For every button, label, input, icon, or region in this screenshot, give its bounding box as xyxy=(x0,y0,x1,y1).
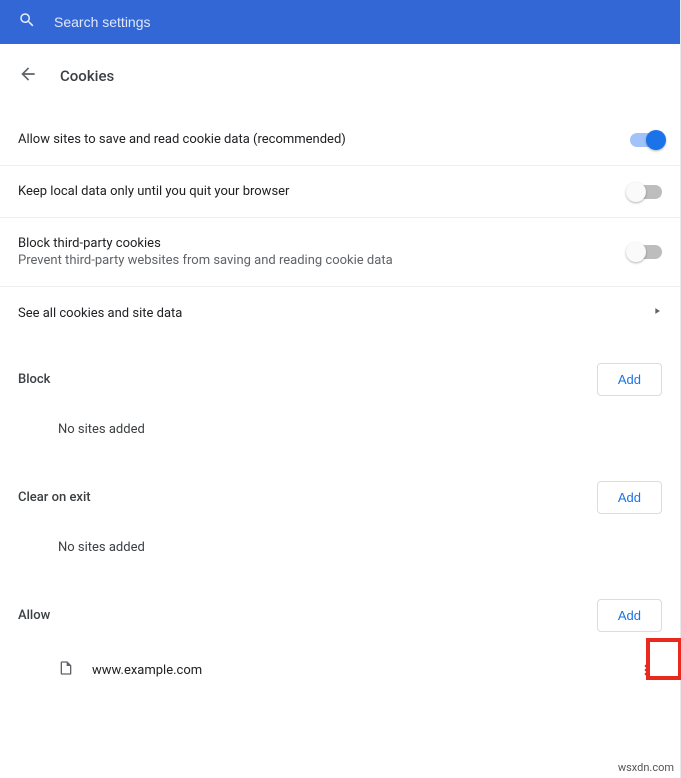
setting-label: Keep local data only until you quit your… xyxy=(18,184,630,199)
toggle-allow-cookies[interactable] xyxy=(630,133,662,147)
setting-sublabel: Prevent third-party websites from saving… xyxy=(18,253,630,268)
search-input[interactable] xyxy=(54,14,662,30)
clear-empty-text: No sites added xyxy=(0,526,680,575)
highlight-annotation xyxy=(646,638,681,680)
block-empty-text: No sites added xyxy=(0,408,680,457)
add-allow-button[interactable]: Add xyxy=(597,599,662,632)
section-title: Block xyxy=(18,372,50,387)
setting-allow-cookies: Allow sites to save and read cookie data… xyxy=(0,114,680,166)
see-all-cookies-row[interactable]: See all cookies and site data xyxy=(0,287,680,339)
toggle-keep-local[interactable] xyxy=(630,185,662,199)
site-name: www.example.com xyxy=(92,663,612,678)
search-bar xyxy=(0,0,680,44)
setting-label: Allow sites to save and read cookie data… xyxy=(18,132,630,147)
page-title: Cookies xyxy=(60,67,114,85)
allow-site-row: www.example.com xyxy=(0,644,680,696)
section-title: Clear on exit xyxy=(18,490,91,505)
toggle-block-third-party[interactable] xyxy=(630,245,662,259)
setting-label: See all cookies and site data xyxy=(18,306,652,321)
add-clear-button[interactable]: Add xyxy=(597,481,662,514)
page-header: Cookies xyxy=(0,44,680,114)
setting-keep-local: Keep local data only until you quit your… xyxy=(0,166,680,218)
attribution-text: wsxdn.com xyxy=(618,761,674,774)
section-block-header: Block Add xyxy=(0,339,680,408)
section-allow-header: Allow Add xyxy=(0,575,680,644)
document-icon xyxy=(58,659,74,681)
add-block-button[interactable]: Add xyxy=(597,363,662,396)
search-icon xyxy=(18,11,36,33)
back-arrow-icon[interactable] xyxy=(18,64,38,88)
section-title: Allow xyxy=(18,608,50,623)
setting-label: Block third-party cookies xyxy=(18,236,630,251)
section-clear-header: Clear on exit Add xyxy=(0,457,680,526)
setting-block-third-party: Block third-party cookies Prevent third-… xyxy=(0,218,680,287)
chevron-right-icon xyxy=(652,305,662,321)
